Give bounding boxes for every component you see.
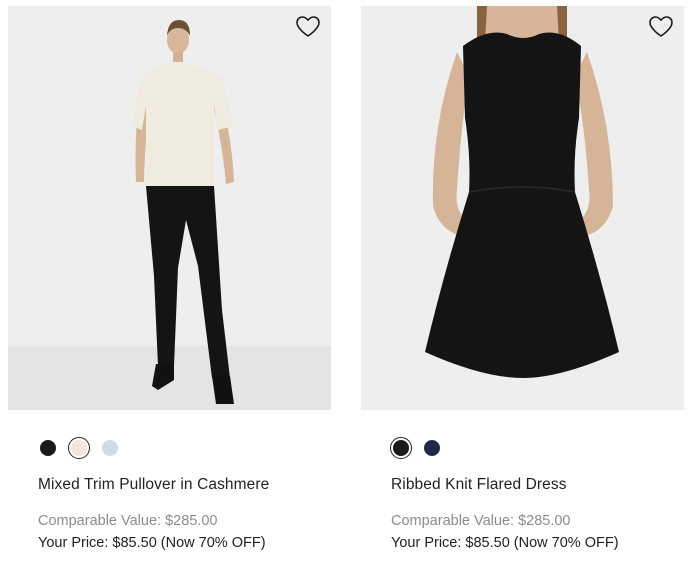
swatch-dot: [424, 440, 440, 456]
your-price: Your Price: $85.50 (Now 70% OFF): [38, 535, 266, 551]
product-image[interactable]: [8, 6, 331, 410]
color-swatch-navy[interactable]: [421, 437, 443, 459]
color-swatches: [37, 437, 130, 459]
product-card[interactable]: [8, 6, 331, 410]
swatch-dot: [393, 440, 409, 456]
product-name-link[interactable]: Ribbed Knit Flared Dress: [391, 476, 567, 494]
product-card[interactable]: [361, 6, 684, 410]
color-swatch-black[interactable]: [390, 437, 412, 459]
product-name-link[interactable]: Mixed Trim Pullover in Cashmere: [38, 476, 269, 494]
color-swatch-ivory[interactable]: [68, 437, 90, 459]
model-photo: [8, 6, 331, 410]
heart-outline-icon[interactable]: [648, 15, 674, 39]
swatch-dot: [102, 440, 118, 456]
swatch-dot: [71, 440, 87, 456]
color-swatch-light-blue[interactable]: [99, 437, 121, 459]
color-swatches: [390, 437, 452, 459]
color-swatch-black[interactable]: [37, 437, 59, 459]
product-image[interactable]: [361, 6, 684, 410]
comparable-value: Comparable Value: $285.00: [38, 513, 218, 529]
swatch-dot: [40, 440, 56, 456]
your-price: Your Price: $85.50 (Now 70% OFF): [391, 535, 619, 551]
heart-outline-icon[interactable]: [295, 15, 321, 39]
model-photo: [361, 6, 684, 410]
comparable-value: Comparable Value: $285.00: [391, 513, 571, 529]
